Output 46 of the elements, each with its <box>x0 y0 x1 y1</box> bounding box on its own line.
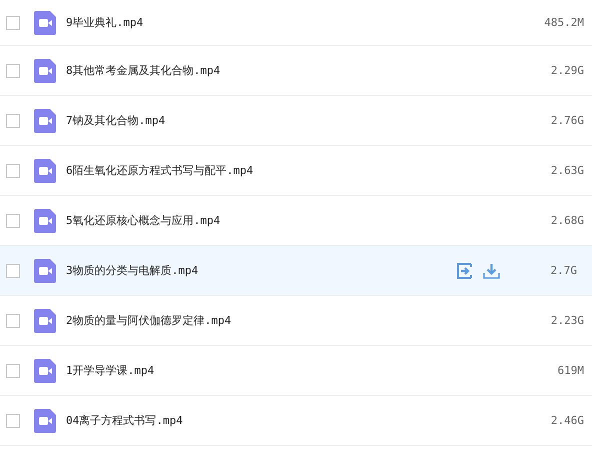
file-row[interactable]: 3物质的分类与电解质.mp4 2.7G <box>0 246 592 296</box>
checkbox[interactable] <box>6 314 20 328</box>
file-name: 2物质的量与阿伏伽德罗定律.mp4 <box>66 313 232 328</box>
file-size: 2.76G <box>550 114 585 127</box>
file-name: 1开学导学课.mp4 <box>66 363 156 378</box>
file-row[interactable]: 7钠及其化合物.mp4 2.76G <box>0 96 592 146</box>
download-icon[interactable] <box>483 262 500 278</box>
video-file-icon <box>34 358 56 382</box>
file-row[interactable]: 1开学导学课.mp4 619M <box>0 346 592 396</box>
file-row[interactable]: 8其他常考金属及其化合物.mp4 2.29G <box>0 46 592 96</box>
file-size: 485.2M <box>543 16 585 29</box>
file-name: 7钠及其化合物.mp4 <box>66 113 166 128</box>
file-name: 8其他常考金属及其化合物.mp4 <box>66 63 222 78</box>
file-size: 2.23G <box>550 314 585 327</box>
file-name: 3物质的分类与电解质.mp4 <box>66 263 200 278</box>
file-size: 2.46G <box>550 414 585 427</box>
file-row[interactable]: 9毕业典礼.mp4 485.2M <box>0 0 592 46</box>
checkbox[interactable] <box>6 16 20 30</box>
video-file-icon <box>34 258 56 282</box>
file-row[interactable]: 6陌生氧化还原方程式书写与配平.mp4 2.63G <box>0 146 592 196</box>
file-name: 9毕业典礼.mp4 <box>66 15 144 30</box>
checkbox[interactable] <box>6 114 20 128</box>
video-file-icon <box>34 158 56 182</box>
video-file-icon <box>34 108 56 132</box>
file-row[interactable]: 04离子方程式书写.mp4 2.46G <box>0 396 592 446</box>
video-file-icon <box>34 308 56 332</box>
file-size: 2.63G <box>550 164 585 177</box>
file-size: 2.7G <box>550 264 578 277</box>
video-file-icon <box>34 58 56 82</box>
checkbox[interactable] <box>6 364 20 378</box>
checkbox[interactable] <box>6 264 20 278</box>
file-name: 6陌生氧化还原方程式书写与配平.mp4 <box>66 163 254 178</box>
move-icon[interactable] <box>457 262 473 278</box>
video-file-icon <box>34 208 56 232</box>
checkbox[interactable] <box>6 164 20 178</box>
file-size: 619M <box>556 364 585 377</box>
checkbox[interactable] <box>6 414 20 428</box>
video-file-icon <box>34 10 56 34</box>
file-name: 5氧化还原核心概念与应用.mp4 <box>66 213 222 228</box>
file-name: 04离子方程式书写.mp4 <box>66 413 184 428</box>
checkbox[interactable] <box>6 214 20 228</box>
file-size: 2.29G <box>550 64 585 77</box>
file-row[interactable]: 2物质的量与阿伏伽德罗定律.mp4 2.23G <box>0 296 592 346</box>
video-file-icon <box>34 408 56 432</box>
file-size: 2.68G <box>550 214 585 227</box>
checkbox[interactable] <box>6 64 20 78</box>
